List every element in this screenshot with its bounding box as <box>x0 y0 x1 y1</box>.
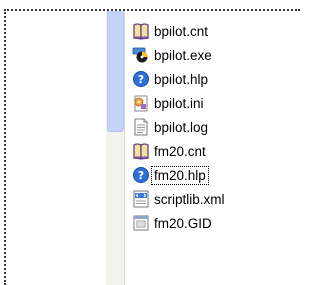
scrollbar-thumb[interactable] <box>107 11 124 132</box>
vertical-scrollbar[interactable] <box>106 11 124 285</box>
folder-pane <box>6 11 124 285</box>
file-name: fm20.cnt <box>154 143 206 159</box>
config-settings-icon <box>132 94 150 112</box>
help-question-icon: ? <box>132 70 150 88</box>
help-question-icon: ? <box>132 166 150 184</box>
file-item-fm20-hlp[interactable]: ? fm20.hlp <box>132 163 300 187</box>
file-item-bpilot-cnt[interactable]: bpilot.cnt <box>132 19 300 43</box>
file-item-fm20-cnt[interactable]: fm20.cnt <box>132 139 300 163</box>
application-exe-icon <box>132 46 150 64</box>
book-help-contents-icon <box>132 142 150 160</box>
text-document-icon <box>132 118 150 136</box>
gid-file-icon <box>132 214 150 232</box>
file-name: bpilot.hlp <box>154 71 209 87</box>
file-name: fm20.hlp <box>151 165 209 185</box>
xml-document-icon <box>132 190 150 208</box>
file-item-bpilot-hlp[interactable]: ? bpilot.hlp <box>132 67 300 91</box>
file-name: fm20.GID <box>154 215 212 231</box>
file-name: bpilot.log <box>154 119 209 135</box>
svg-text:?: ? <box>138 169 144 182</box>
file-name: bpilot.exe <box>154 47 212 63</box>
file-item-fm20-gid[interactable]: fm20.GID <box>132 211 300 235</box>
file-item-bpilot-log[interactable]: bpilot.log <box>132 115 300 139</box>
file-name: bpilot.ini <box>154 95 204 111</box>
file-item-scriptlib-xml[interactable]: scriptlib.xml <box>132 187 300 211</box>
file-name: bpilot.cnt <box>154 23 209 39</box>
file-item-bpilot-exe[interactable]: bpilot.exe <box>132 43 300 67</box>
file-name: scriptlib.xml <box>154 191 225 207</box>
book-help-contents-icon <box>132 22 150 40</box>
svg-text:?: ? <box>138 73 144 86</box>
pane-divider[interactable] <box>124 11 125 285</box>
file-list: bpilot.cnt bpilot.exe ? bpilot.hlp bpilo… <box>132 19 300 235</box>
file-item-bpilot-ini[interactable]: bpilot.ini <box>132 91 300 115</box>
